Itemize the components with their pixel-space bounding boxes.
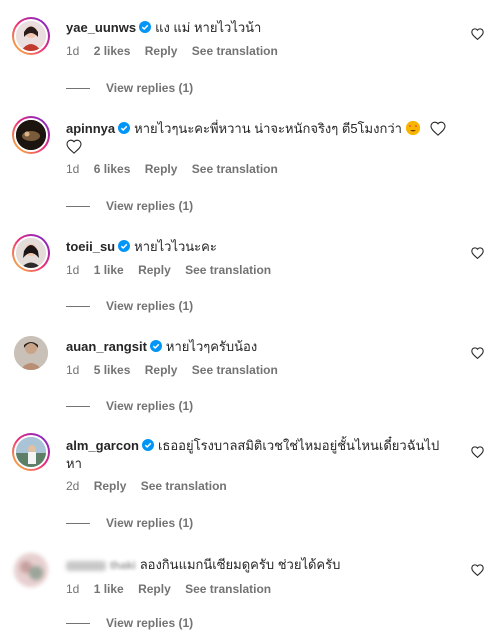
view-replies-label: View replies (1)	[106, 199, 194, 213]
divider	[66, 88, 90, 90]
see-translation-button[interactable]: See translation	[192, 44, 278, 58]
comment-username[interactable]: alm_garcon	[66, 438, 139, 453]
divider	[66, 306, 90, 308]
see-translation-button[interactable]: See translation	[192, 162, 278, 176]
divider	[66, 206, 90, 208]
avatar[interactable]	[12, 234, 50, 272]
verified-badge-icon	[118, 122, 131, 134]
reply-button[interactable]: Reply	[145, 44, 178, 58]
avatar[interactable]	[12, 17, 50, 55]
likes-count[interactable]: 2 likes	[94, 44, 131, 58]
reply-button[interactable]: Reply	[138, 263, 171, 277]
avatar[interactable]	[12, 433, 50, 471]
comment-text: ลองกินแมกนีเซียมดูครับ ช่วยได้ครับ	[139, 557, 341, 572]
divider	[66, 406, 90, 408]
view-replies-button[interactable]: View replies (1)	[66, 199, 193, 213]
comment-time: 1d	[66, 162, 80, 176]
avatar[interactable]	[14, 553, 48, 587]
heart-outline-icon[interactable]	[471, 446, 484, 458]
comment-time: 1d	[66, 582, 80, 596]
comment-username[interactable]: auan_rangsit	[66, 339, 147, 354]
comment-text: แง แม่ หายไวไวน้า	[155, 20, 262, 35]
view-replies-label: View replies (1)	[106, 399, 194, 413]
likes-count[interactable]: 1 like	[94, 582, 124, 596]
verified-badge-icon	[141, 439, 154, 451]
view-replies-button[interactable]: View replies (1)	[66, 616, 193, 630]
comment-username[interactable]: thaki	[110, 560, 136, 572]
view-replies-label: View replies (1)	[106, 81, 194, 95]
see-translation-button[interactable]: See translation	[185, 263, 271, 277]
reply-button[interactable]: Reply	[94, 479, 127, 493]
comment-time: 2d	[66, 479, 80, 493]
view-replies-label: View replies (1)	[106, 299, 194, 313]
view-replies-button[interactable]: View replies (1)	[66, 399, 193, 413]
reply-button[interactable]: Reply	[145, 162, 178, 176]
avatar[interactable]	[14, 336, 48, 370]
view-replies-button[interactable]: View replies (1)	[66, 81, 193, 95]
likes-count[interactable]: 5 likes	[94, 363, 131, 377]
verified-badge-icon	[118, 240, 131, 252]
heart-outline-icon[interactable]	[471, 247, 484, 259]
heart-outline-icon[interactable]	[471, 564, 484, 576]
heart-outline-icon	[66, 139, 82, 154]
comment-time: 1d	[66, 263, 80, 277]
avatar[interactable]	[12, 116, 50, 154]
view-replies-label: View replies (1)	[106, 516, 194, 530]
reply-button[interactable]: Reply	[145, 363, 178, 377]
heart-outline-icon[interactable]	[471, 28, 484, 40]
heart-outline-icon[interactable]	[471, 347, 484, 359]
likes-count[interactable]: 1 like	[94, 263, 124, 277]
heart-outline-icon	[430, 121, 446, 136]
see-translation-button[interactable]: See translation	[141, 479, 227, 493]
reply-button[interactable]: Reply	[138, 582, 171, 596]
blurred-username	[66, 560, 106, 571]
comment-username[interactable]: toeii_su	[66, 239, 115, 254]
comment-text: หายไวๆนะคะพี่หวาน น่าจะหนักจริงๆ ตี5โมงก…	[134, 121, 402, 136]
comment-text: หายไวไวนะคะ	[134, 239, 217, 254]
see-translation-button[interactable]: See translation	[185, 582, 271, 596]
comment-time: 1d	[66, 44, 80, 58]
view-replies-label: View replies (1)	[106, 616, 194, 630]
divider	[66, 623, 90, 625]
verified-badge-icon	[149, 340, 162, 352]
comment-time: 1d	[66, 363, 80, 377]
verified-badge-icon	[139, 21, 152, 33]
see-translation-button[interactable]: See translation	[192, 363, 278, 377]
comment-text: หายไวๆครับน้อง	[165, 339, 258, 354]
comment-username[interactable]: yae_uunws	[66, 20, 136, 35]
comment-username[interactable]: apinnya	[66, 121, 115, 136]
divider	[66, 523, 90, 525]
view-replies-button[interactable]: View replies (1)	[66, 299, 193, 313]
heart-eyes-emoji	[405, 121, 420, 135]
view-replies-button[interactable]: View replies (1)	[66, 516, 193, 530]
likes-count[interactable]: 6 likes	[94, 162, 131, 176]
